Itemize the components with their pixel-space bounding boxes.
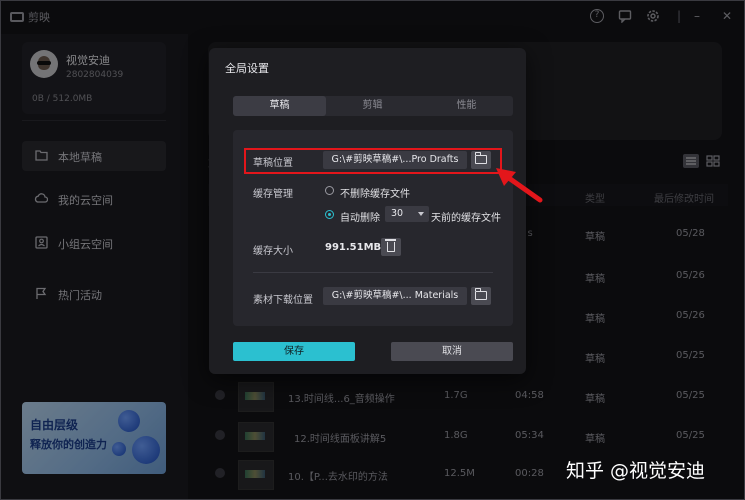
radio-auto-delete[interactable] (325, 210, 334, 219)
auto-delete-suffix: 天前的缓存文件 (431, 213, 501, 224)
folder-icon (474, 288, 487, 300)
cancel-button[interactable]: 取消 (391, 342, 513, 361)
cache-management-label: 缓存管理 (253, 189, 293, 200)
keep-cache-label[interactable]: 不删除缓存文件 (340, 185, 410, 200)
auto-delete-label[interactable]: 自动删除 (340, 209, 380, 224)
tab-performance[interactable]: 性能 (420, 96, 513, 116)
dialog-title: 全局设置 (225, 62, 269, 75)
watermark: 知乎 @视觉安迪 (566, 460, 706, 482)
panel-divider (253, 272, 493, 273)
material-download-label: 素材下载位置 (253, 295, 313, 306)
trash-icon (385, 239, 396, 252)
tab-drafts[interactable]: 草稿 (233, 96, 326, 116)
material-download-field[interactable]: G:\#剪映草稿#\... Materials (323, 287, 467, 305)
global-settings-dialog: 全局设置 草稿 剪辑 性能 草稿位置 G:\#剪映草稿#\...Pro Draf… (209, 48, 526, 374)
cache-days-value: 30 (391, 208, 404, 219)
radio-keep-cache[interactable] (325, 186, 334, 195)
cache-size-label: 缓存大小 (253, 246, 293, 257)
cache-days-select[interactable]: 30 (385, 206, 429, 222)
clear-cache-button[interactable] (381, 238, 401, 256)
tab-editing[interactable]: 剪辑 (326, 96, 419, 116)
settings-tabs: 草稿 剪辑 性能 (233, 96, 513, 116)
annotation-arrow-icon (496, 168, 543, 203)
save-button[interactable]: 保存 (233, 342, 355, 361)
chevron-down-icon (418, 212, 424, 216)
cache-size-value: 991.51MB (325, 242, 382, 253)
annotation-highlight-box (244, 148, 502, 174)
material-download-browse-button[interactable] (471, 287, 491, 305)
